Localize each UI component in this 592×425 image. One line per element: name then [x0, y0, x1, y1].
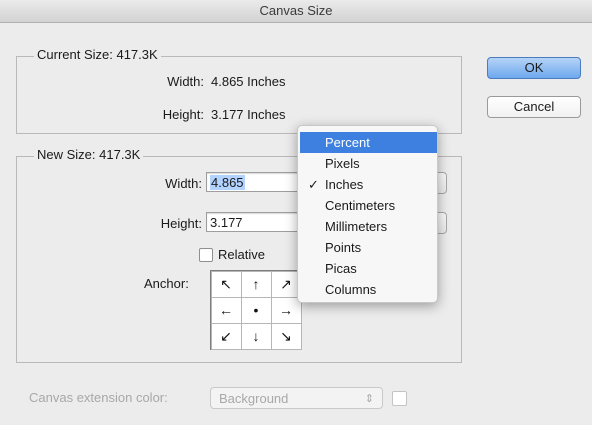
anchor-label: Anchor:: [144, 276, 189, 291]
unit-option-label: Inches: [325, 177, 364, 192]
unit-option-label: Percent: [325, 135, 370, 150]
cancel-button[interactable]: Cancel: [487, 96, 581, 118]
unit-option-columns[interactable]: Columns: [300, 279, 437, 300]
unit-option-points[interactable]: Points: [300, 237, 437, 258]
unit-option-label: Centimeters: [325, 198, 396, 213]
unit-option-inches[interactable]: ✓ Inches: [300, 174, 437, 195]
width-input-value: 4.865: [210, 175, 245, 190]
unit-option-millimeters[interactable]: Millimeters: [300, 216, 437, 237]
width-input[interactable]: 4.865: [206, 172, 302, 192]
unit-option-label: Columns: [325, 282, 377, 297]
anchor-center[interactable]: •: [240, 296, 272, 324]
unit-dropdown-menu: Percent Pixels ✓ Inches Centimeters Mill…: [297, 125, 438, 303]
current-width-value: 4.865 Inches: [211, 74, 286, 89]
new-size-legend: New Size: 417.3K: [34, 147, 144, 162]
anchor-bottom-right[interactable]: ↘: [270, 322, 302, 350]
unit-option-picas[interactable]: Picas: [300, 258, 437, 279]
extension-color-value: Background: [219, 391, 289, 406]
new-height-label: Height:: [160, 216, 202, 231]
relative-label: Relative: [218, 247, 265, 262]
relative-checkbox[interactable]: [199, 248, 213, 262]
unit-option-label: Millimeters: [325, 219, 388, 234]
width-unit-select[interactable]: [438, 172, 447, 194]
anchor-top-left[interactable]: ↖: [210, 270, 242, 298]
ok-button[interactable]: OK: [487, 57, 581, 79]
new-width-label: Width:: [165, 176, 202, 191]
unit-option-percent[interactable]: Percent: [300, 132, 437, 153]
unit-option-label: Picas: [325, 261, 357, 276]
window-title: Canvas Size: [0, 0, 592, 23]
unit-option-centimeters[interactable]: Centimeters: [300, 195, 437, 216]
unit-option-label: Points: [325, 240, 362, 255]
select-arrows-icon: ⇕: [364, 393, 374, 405]
current-size-group: [16, 56, 462, 134]
anchor-top[interactable]: ↑: [240, 270, 272, 298]
current-height-value: 3.177 Inches: [211, 107, 286, 122]
extension-color-swatch[interactable]: [392, 391, 407, 406]
height-input-value: 3.177: [210, 215, 243, 230]
current-height-label: Height:: [162, 107, 204, 122]
checkmark-icon: ✓: [308, 177, 319, 192]
height-unit-select[interactable]: [438, 212, 447, 234]
anchor-bottom-left[interactable]: ↙: [210, 322, 242, 350]
height-input[interactable]: 3.177: [206, 212, 302, 232]
extension-color-label: Canvas extension color:: [29, 390, 168, 405]
extension-color-select[interactable]: Background ⇕: [210, 387, 383, 409]
anchor-left[interactable]: ←: [210, 296, 242, 324]
unit-option-label: Pixels: [325, 156, 360, 171]
unit-option-pixels[interactable]: Pixels: [300, 153, 437, 174]
current-size-legend: Current Size: 417.3K: [34, 47, 161, 62]
anchor-grid[interactable]: ↖ ↑ ↗ ← • → ↙ ↓ ↘: [210, 270, 302, 350]
current-width-label: Width:: [167, 74, 204, 89]
anchor-bottom[interactable]: ↓: [240, 322, 272, 350]
